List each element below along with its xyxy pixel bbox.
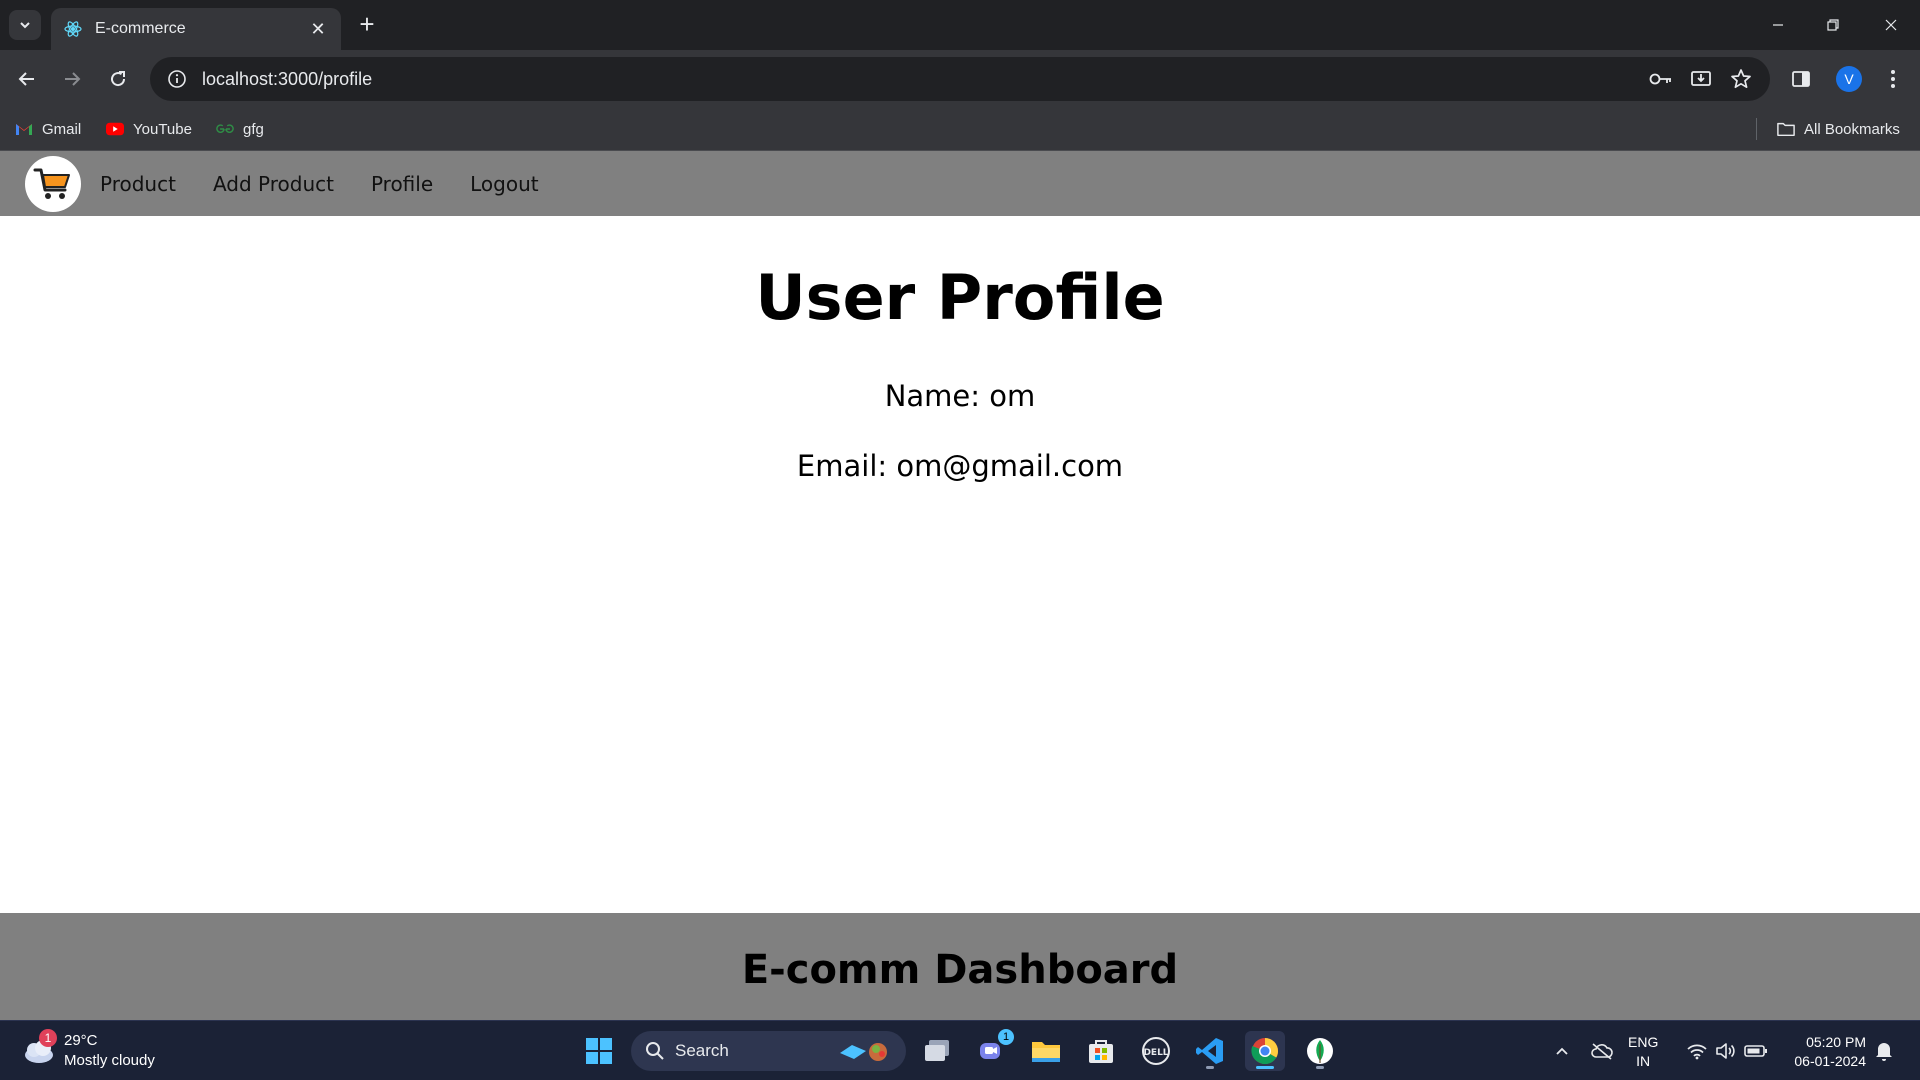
language-top: ENG (1628, 1034, 1659, 1050)
teams-button[interactable]: 1 (972, 1029, 1014, 1071)
cloud-off-icon[interactable] (1590, 1039, 1614, 1063)
all-bookmarks-label: All Bookmarks (1804, 120, 1900, 138)
close-window-icon[interactable] (1878, 12, 1904, 38)
url-text: localhost:3000/profile (202, 68, 373, 89)
clock-time: 05:20 PM (1806, 1034, 1866, 1050)
minimize-icon[interactable] (1765, 12, 1791, 38)
restore-icon[interactable] (1820, 12, 1846, 38)
youtube-icon (106, 121, 124, 137)
bookmark-star-icon[interactable] (1728, 66, 1754, 92)
profile-email: Email: om@gmail.com (796, 449, 1124, 483)
language-bottom: IN (1636, 1053, 1651, 1069)
gfg-icon (216, 121, 234, 137)
notification-bell-icon[interactable] (1872, 1039, 1896, 1063)
tab-title: E-commerce (95, 20, 186, 37)
browser-tabstrip: E-commerce ✕ + (0, 0, 1920, 50)
bookmark-gmail[interactable]: Gmail (15, 116, 81, 142)
vscode-button[interactable] (1190, 1031, 1230, 1071)
store-icon (1089, 1040, 1113, 1063)
footer-title: E-comm Dashboard (741, 947, 1179, 993)
kebab-menu-icon[interactable] (1880, 66, 1906, 92)
mongodb-button[interactable] (1300, 1031, 1340, 1071)
forward-button[interactable] (58, 65, 86, 93)
bookmarks-divider (1756, 118, 1757, 140)
weather-desc: Mostly cloudy (64, 1052, 155, 1069)
key-icon[interactable] (1648, 66, 1674, 92)
bookmark-label: YouTube (133, 120, 192, 138)
chrome-button[interactable] (1245, 1031, 1285, 1071)
arrow-right-icon (65, 72, 81, 86)
bookmark-gfg[interactable]: gfg (216, 116, 264, 142)
arrow-left-icon (18, 72, 34, 86)
bookmark-youtube[interactable]: YouTube (106, 116, 192, 142)
browser-toolbar: localhost:3000/profile V (0, 50, 1920, 108)
teams-badge: 1 (998, 1029, 1014, 1045)
search-label: Search (675, 1041, 729, 1060)
site-info-icon[interactable] (164, 66, 190, 92)
svg-text:DELL: DELL (1143, 1048, 1168, 1058)
app-footer: E-comm Dashboard (0, 913, 1920, 1020)
leaf-icon (1307, 1038, 1333, 1064)
bookmarks-bar: Gmail YouTube gfg All Bookmarks (0, 108, 1920, 151)
search-highlight-icon (840, 1043, 887, 1061)
task-view-button[interactable] (917, 1031, 957, 1071)
app-navbar: Product Add Product Profile Logout (0, 151, 1920, 216)
chevron-down-icon (20, 22, 30, 29)
profile-name: Name: om (884, 379, 1036, 413)
profile-avatar[interactable]: V (1836, 66, 1862, 92)
dell-button[interactable]: DELL (1136, 1031, 1176, 1071)
active-indicator (1256, 1066, 1274, 1069)
shopping-cart-icon (33, 168, 70, 199)
tab-search-button[interactable] (9, 10, 41, 40)
battery-icon[interactable] (1744, 1039, 1768, 1063)
web-page: Product Add Product Profile Logout User … (0, 151, 1920, 1020)
bookmark-label: gfg (243, 120, 264, 138)
task-view-icon (925, 1040, 949, 1061)
os-taskbar: 1 29°C Mostly cloudy Search 1 DELL ENG I… (0, 1020, 1920, 1080)
taskbar-search[interactable]: Search (631, 1031, 906, 1071)
dell-icon: DELL (1142, 1037, 1170, 1065)
search-icon (646, 1042, 664, 1060)
volume-icon[interactable] (1714, 1039, 1738, 1063)
weather-widget[interactable]: 1 29°C Mostly cloudy (22, 1029, 182, 1073)
reload-icon (111, 71, 126, 87)
chevron-up-icon[interactable] (1550, 1039, 1574, 1063)
cart-logo[interactable] (25, 155, 81, 212)
chrome-icon (1251, 1038, 1279, 1065)
wifi-icon[interactable] (1685, 1039, 1709, 1063)
start-button[interactable] (579, 1031, 619, 1071)
nav-link-profile[interactable]: Profile (371, 172, 433, 196)
running-indicator (1316, 1066, 1324, 1069)
clock[interactable]: 05:20 PM 06-01-2024 (1780, 1033, 1866, 1071)
running-indicator (1206, 1066, 1214, 1069)
close-tab-icon[interactable]: ✕ (307, 19, 329, 40)
vscode-icon (1196, 1038, 1223, 1064)
new-tab-button[interactable]: + (353, 11, 381, 39)
windows-logo-icon (586, 1038, 612, 1064)
file-explorer-button[interactable] (1026, 1031, 1066, 1071)
bookmark-label: Gmail (42, 120, 82, 138)
language-indicator[interactable]: ENG IN (1628, 1033, 1658, 1071)
page-title: User Profile (755, 261, 1165, 334)
reload-button[interactable] (104, 65, 132, 93)
react-icon (64, 21, 82, 37)
browser-tab[interactable]: E-commerce ✕ (51, 8, 341, 50)
nav-link-product[interactable]: Product (100, 172, 176, 196)
back-button[interactable] (13, 65, 41, 93)
weather-temp: 29°C (64, 1032, 98, 1049)
nav-link-logout[interactable]: Logout (470, 172, 538, 196)
folder-icon (1032, 1042, 1060, 1062)
all-bookmarks-button[interactable]: All Bookmarks (1777, 116, 1900, 142)
address-bar[interactable]: localhost:3000/profile (150, 57, 1770, 101)
nav-link-add-product[interactable]: Add Product (213, 172, 334, 196)
clock-date: 06-01-2024 (1794, 1053, 1866, 1069)
folder-icon (1777, 121, 1795, 137)
side-panel-icon[interactable] (1788, 66, 1814, 92)
store-button[interactable] (1081, 1031, 1121, 1071)
gmail-icon (15, 121, 33, 137)
weather-badge: 1 (39, 1029, 57, 1047)
install-app-icon[interactable] (1688, 66, 1714, 92)
